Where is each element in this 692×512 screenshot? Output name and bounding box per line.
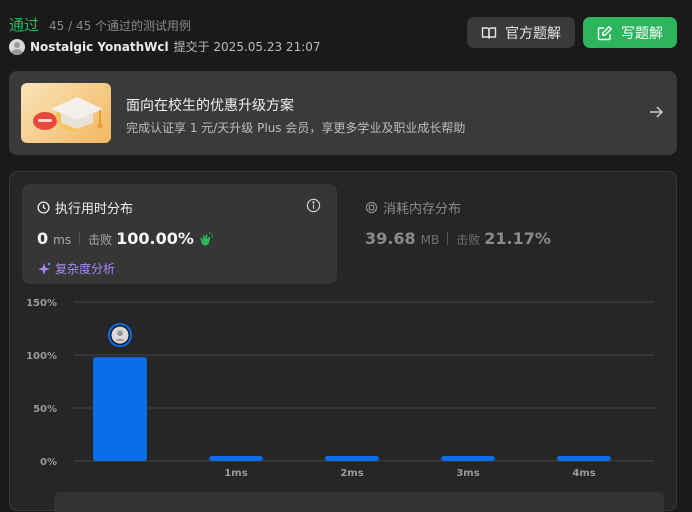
y-tick-label: 100% bbox=[26, 351, 57, 362]
complexity-label: 复杂度分析 bbox=[55, 262, 116, 276]
memory-title-text: 消耗内存分布 bbox=[383, 202, 462, 217]
official-solution-button[interactable]: 官方题解 bbox=[467, 17, 575, 48]
complexity-analysis-link[interactable]: 复杂度分析 bbox=[37, 260, 115, 277]
promo-title: 面向在校生的优惠升级方案 bbox=[126, 98, 294, 114]
avatar-head bbox=[117, 330, 123, 337]
bar[interactable] bbox=[209, 456, 263, 461]
memory-beat-label: 击败 bbox=[456, 233, 481, 247]
x-tick-label: 2ms bbox=[340, 468, 363, 479]
runtime-unit: ms bbox=[53, 233, 72, 247]
x-tick-label: 3ms bbox=[456, 468, 479, 479]
clock-icon bbox=[37, 201, 50, 214]
memory-card[interactable]: 消耗内存分布 39.68 MB 击败 21.17% bbox=[365, 184, 665, 284]
official-solution-label: 官方题解 bbox=[505, 25, 561, 42]
clapping-hands-icon bbox=[200, 231, 213, 246]
promo-subtitle: 完成认证享 1 元/天升级 Plus 会员，享更多学业及职业成长帮助 bbox=[126, 121, 466, 135]
memory-unit: MB bbox=[420, 233, 440, 247]
bar[interactable] bbox=[557, 456, 611, 461]
memory-title: 消耗内存分布 bbox=[365, 198, 461, 217]
x-tick-label: 4ms bbox=[572, 468, 595, 479]
runtime-distribution-chart[interactable]: 0% 50% 100% 150% 1ms 2ms 3ms 4ms bbox=[24, 290, 664, 490]
bar[interactable] bbox=[325, 456, 379, 461]
avatar[interactable] bbox=[9, 38, 25, 55]
passed-count: 45 / 45 个通过的测试用例 bbox=[49, 19, 192, 33]
write-solution-button[interactable]: 写题解 bbox=[583, 17, 677, 48]
y-tick-label: 0% bbox=[40, 457, 57, 468]
info-icon[interactable] bbox=[306, 198, 321, 213]
bar[interactable] bbox=[441, 456, 495, 461]
x-tick-label: 1ms bbox=[224, 468, 247, 479]
promo-banner[interactable]: 面向在校生的优惠升级方案 完成认证享 1 元/天升级 Plus 会员，享更多学业… bbox=[9, 71, 677, 155]
accepted-status: 通过 bbox=[9, 16, 40, 34]
edit-icon bbox=[597, 25, 613, 40]
submitted-time: 提交于 2025.05.23 21:07 bbox=[173, 40, 321, 54]
runtime-beat-value: 100.00% bbox=[116, 229, 194, 248]
runtime-card[interactable]: 执行用时分布 0 ms 击败 100.00% 复杂度分析 bbox=[22, 184, 337, 284]
bar[interactable] bbox=[93, 357, 147, 461]
username[interactable]: Nostalgic YonathWcl bbox=[30, 40, 169, 54]
runtime-title: 执行用时分布 bbox=[37, 198, 133, 217]
y-tick-label: 150% bbox=[26, 298, 57, 309]
memory-metrics: 39.68 MB 击败 21.17% bbox=[365, 229, 551, 248]
graduation-cap-icon bbox=[21, 83, 111, 143]
chip-icon bbox=[365, 201, 378, 214]
runtime-title-text: 执行用时分布 bbox=[55, 202, 134, 217]
runtime-beat-label: 击败 bbox=[88, 233, 113, 247]
performance-panel: 执行用时分布 0 ms 击败 100.00% 复杂度分析 消耗内存分布 39.6… bbox=[9, 171, 677, 512]
divider bbox=[447, 232, 449, 245]
arrow-right-icon[interactable] bbox=[649, 105, 663, 119]
memory-beat-value: 21.17% bbox=[484, 229, 551, 248]
y-tick-label: 50% bbox=[33, 404, 57, 415]
divider bbox=[79, 232, 81, 245]
memory-value: 39.68 bbox=[365, 229, 416, 248]
runtime-value: 0 bbox=[37, 229, 49, 248]
sparkle-icon bbox=[38, 262, 51, 275]
book-icon bbox=[481, 26, 497, 39]
status-row: 通过 45 / 45 个通过的测试用例 bbox=[9, 14, 191, 35]
user-row: Nostalgic YonathWcl 提交于 2025.05.23 21:07 bbox=[9, 38, 321, 55]
submission-header: 通过 45 / 45 个通过的测试用例 Nostalgic YonathWcl … bbox=[9, 10, 678, 60]
write-solution-label: 写题解 bbox=[621, 25, 663, 42]
runtime-metrics: 0 ms 击败 100.00% bbox=[37, 229, 214, 248]
chart-footer bbox=[54, 492, 664, 512]
